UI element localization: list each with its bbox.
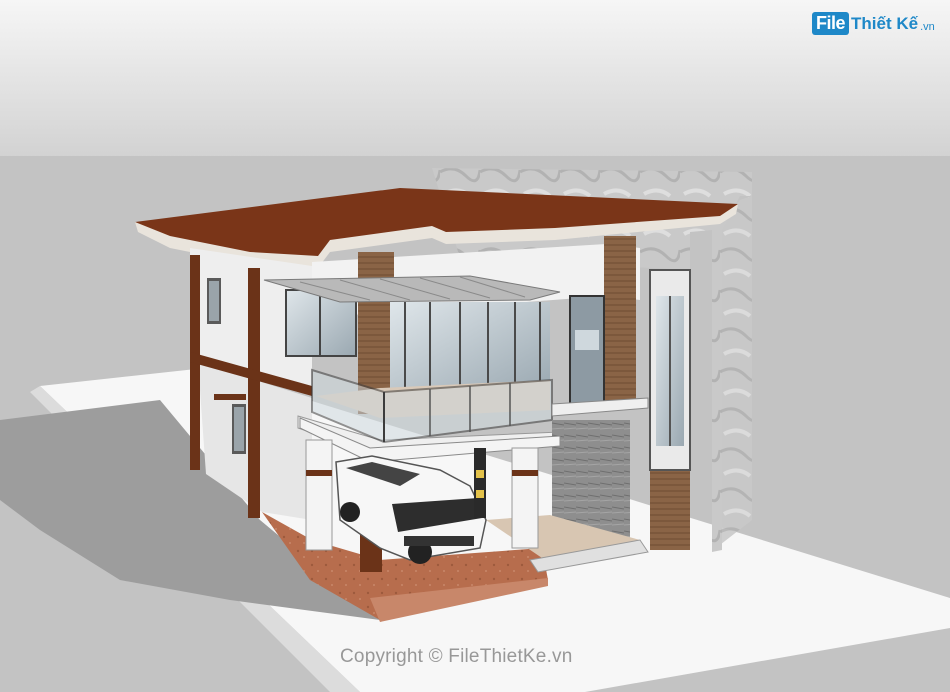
copyright-watermark: Copyright © FileThietKe.vn	[340, 646, 573, 667]
logo-tld: .vn	[920, 21, 935, 33]
wood-panel-2	[604, 236, 636, 404]
sky	[0, 0, 950, 158]
balcony-glass-wall	[390, 302, 550, 392]
model-render-scene: File Thiết Kế .vn Copyright © FileThietK…	[0, 0, 950, 692]
front-column-right	[511, 447, 539, 549]
wood-panel-3	[650, 470, 690, 550]
logo-mark: File	[812, 12, 850, 35]
left-column-2	[248, 268, 260, 518]
garage-door-strip	[474, 448, 486, 518]
house-render	[0, 0, 950, 692]
logo: File Thiết Kế .vn	[812, 12, 935, 35]
front-column-left	[305, 439, 333, 551]
logo-text: Thiết Kế	[851, 13, 919, 33]
